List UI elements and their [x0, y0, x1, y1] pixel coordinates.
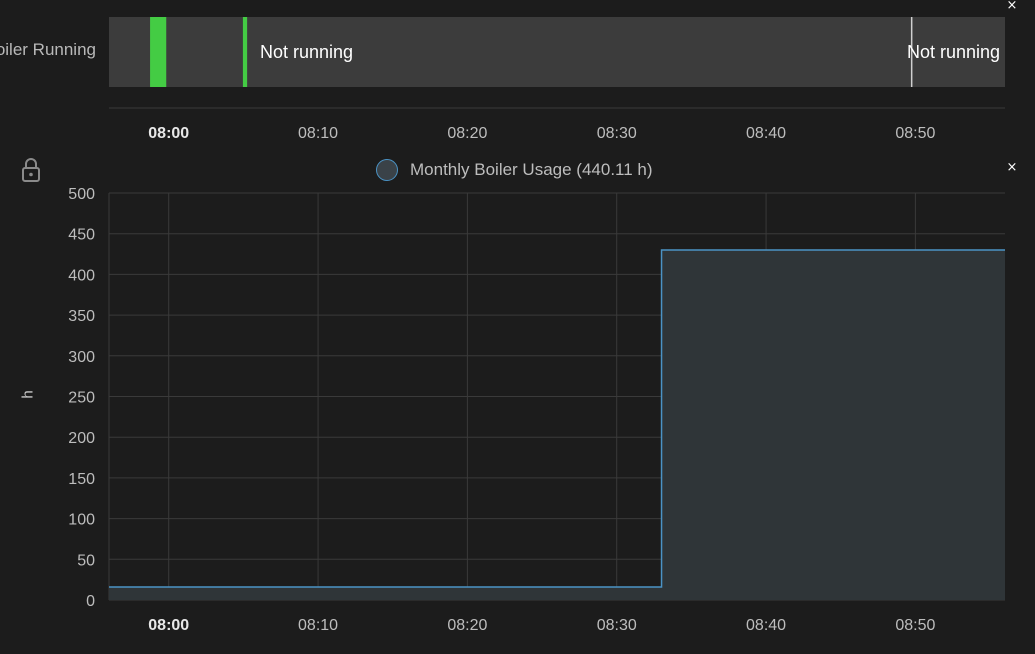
x-tick-label: 08:20 [447, 617, 487, 634]
x-tick-label: 08:50 [895, 617, 935, 634]
y-tick-label: 50 [77, 552, 95, 569]
timeline-segment-running[interactable] [150, 17, 167, 87]
timeline-segment-label: Not running [260, 42, 353, 62]
y-tick-label: 350 [68, 308, 95, 325]
timeline-chart: 08:00 08:10 08:20 08:30 08:40 08:50 Not runni… [109, 17, 1005, 142]
y-tick-label: 300 [68, 349, 95, 366]
usage-chart: 0 50 100 150 200 250 300 350 400 450 500 08:00 08:1… [68, 186, 1005, 634]
y-tick-label: 250 [68, 390, 95, 407]
y-tick-label: 100 [68, 512, 95, 529]
y-tick-label: 0 [86, 593, 95, 610]
timeline-x-tick-label: 08:30 [597, 125, 637, 142]
x-tick-label: 08:00 [148, 617, 189, 634]
chart-close-button[interactable]: × [1003, 159, 1021, 177]
timeline-x-tick-label: 08:20 [447, 125, 487, 142]
legend-label: Monthly Boiler Usage (440.11 h) [410, 160, 653, 179]
y-tick-label: 200 [68, 430, 95, 447]
x-tick-label: 08:40 [746, 617, 786, 634]
y-tick-label: 450 [68, 227, 95, 244]
timeline-segment-label: Not running [907, 42, 1000, 62]
y-tick-label: 400 [68, 267, 95, 284]
x-tick-label: 08:10 [298, 617, 338, 634]
timeline-x-tick-label: 08:50 [895, 125, 935, 142]
timeline-x-tick-label: 08:00 [148, 125, 189, 142]
y-tick-label: 150 [68, 471, 95, 488]
x-tick-label: 08:30 [597, 617, 637, 634]
timeline-x-tick-label: 08:10 [298, 125, 338, 142]
legend-swatch [376, 159, 398, 181]
y-tick-label: 500 [68, 186, 95, 203]
timeline-x-tick-label: 08:40 [746, 125, 786, 142]
usage-area-fill [109, 249, 1005, 600]
timeline-segment-running[interactable] [242, 17, 248, 87]
